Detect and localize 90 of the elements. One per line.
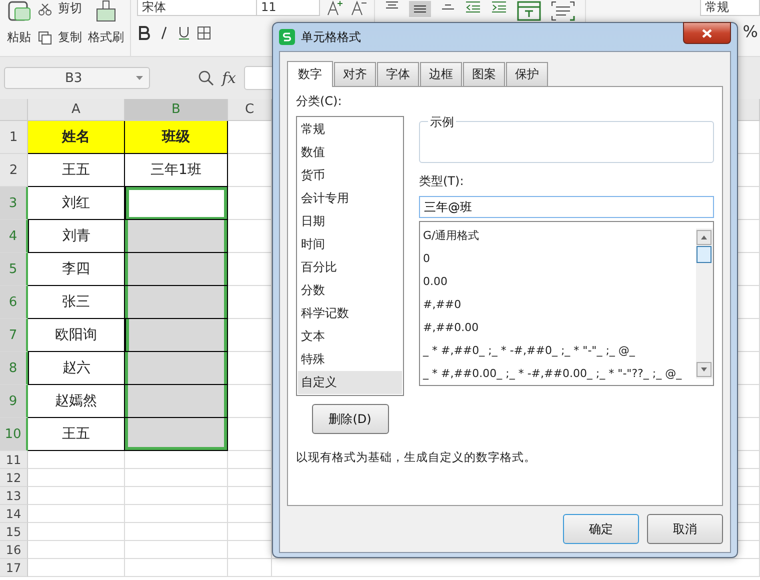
category-item[interactable]: 分数	[298, 279, 402, 302]
category-item[interactable]: 文本	[298, 325, 402, 348]
row-header[interactable]: 1	[0, 121, 28, 154]
category-item[interactable]: 百分比	[298, 256, 402, 279]
column-header[interactable]: A	[28, 99, 125, 121]
format-item[interactable]: 0.00	[423, 270, 693, 293]
tab[interactable]: 图案	[463, 62, 505, 86]
scissors-icon[interactable]	[38, 2, 52, 16]
selected-cell[interactable]	[125, 352, 228, 385]
category-item[interactable]: 会计专用	[298, 187, 402, 210]
tab[interactable]: 对齐	[334, 62, 376, 86]
copy-icon[interactable]	[38, 30, 52, 44]
cut-button[interactable]: 剪切	[58, 0, 82, 17]
category-item[interactable]: 日期	[298, 210, 402, 233]
row-header[interactable]: 16	[0, 541, 28, 559]
tab[interactable]: 字体	[377, 62, 419, 86]
category-item[interactable]: 特殊	[298, 348, 402, 371]
table-cell: 姓名	[28, 121, 125, 154]
category-label: 分类(C):	[296, 93, 343, 110]
number-format: 常规	[705, 0, 729, 16]
category-item[interactable]: 自定义	[298, 371, 402, 394]
format-item[interactable]: #,##0	[423, 293, 693, 316]
indent-icon[interactable]	[491, 1, 507, 13]
row-header[interactable]: 12	[0, 469, 28, 487]
row-header[interactable]: 17	[0, 559, 28, 577]
row-header[interactable]: 13	[0, 487, 28, 505]
dialog-title: 单元格格式	[301, 28, 362, 46]
type-field[interactable]: 三年@班	[419, 196, 714, 218]
type-label: 类型(T):	[419, 173, 465, 190]
format-item[interactable]: _ * #,##0_ ;_ * -#,##0_ ;_ * "-"_ ;_ @_	[423, 339, 693, 362]
format-painter-button[interactable]: 格式刷	[88, 29, 124, 46]
row-header[interactable]: 2	[0, 154, 28, 187]
app-logo-icon[interactable]	[279, 29, 295, 45]
wrap-text-icon[interactable]	[551, 1, 575, 21]
increase-font-icon[interactable]	[326, 0, 344, 16]
category-item[interactable]: 货币	[298, 164, 402, 187]
selected-cell[interactable]	[125, 286, 228, 319]
column-header[interactable]: C	[228, 99, 272, 121]
font-name: 宋体	[142, 0, 166, 16]
selected-cell[interactable]	[125, 319, 228, 352]
tab[interactable]: 保护	[506, 62, 548, 86]
font-size: 11	[261, 0, 276, 14]
selected-cell[interactable]	[125, 187, 228, 220]
decrease-font-icon[interactable]	[350, 0, 368, 16]
percent-button[interactable]: %	[742, 22, 760, 41]
number-format-dropdown[interactable]: 常规	[700, 0, 760, 16]
category-item[interactable]: 常规	[298, 118, 402, 141]
dropdown-caret-icon[interactable]	[136, 76, 143, 80]
clipboard-icon[interactable]	[6, 0, 32, 22]
tab[interactable]: 边框	[420, 62, 462, 86]
table-cell: 王五	[28, 154, 125, 187]
row-header[interactable]: 15	[0, 523, 28, 541]
bold-icon[interactable]	[137, 26, 151, 40]
selected-cell[interactable]	[125, 385, 228, 418]
delete-button[interactable]: 删除(D)	[312, 404, 388, 434]
merge-cells-icon[interactable]	[517, 1, 541, 21]
table-cell: 班级	[125, 121, 228, 154]
cell-reference: B3	[65, 70, 82, 86]
close-button[interactable]	[683, 22, 731, 44]
function-button[interactable]: fx	[222, 69, 236, 87]
ok-button[interactable]: 确定	[563, 514, 639, 544]
selected-cell[interactable]	[125, 253, 228, 286]
zoom-icon[interactable]	[198, 70, 214, 86]
format-item[interactable]: #,##0.00	[423, 316, 693, 339]
selected-cell[interactable]	[125, 418, 228, 451]
format-item[interactable]: G/通用格式	[423, 224, 693, 247]
row-header[interactable]: 14	[0, 505, 28, 523]
category-item[interactable]: 时间	[298, 233, 402, 256]
selected-cell[interactable]	[125, 220, 228, 253]
font-dropdown[interactable]: 宋体	[137, 0, 257, 16]
category-item[interactable]: 科学记数	[298, 302, 402, 325]
close-icon[interactable]	[702, 28, 712, 38]
outdent-icon[interactable]	[465, 1, 481, 13]
format-item[interactable]: _ * #,##0.00_ ;_ * -#,##0.00_ ;_ * "-"??_ ;_ @_	[423, 362, 693, 385]
align-middle-icon[interactable]	[409, 1, 431, 17]
borders-icon[interactable]	[197, 26, 213, 40]
row-header[interactable]: 11	[0, 451, 28, 469]
paste-button[interactable]: 粘贴	[7, 29, 31, 46]
cancel-button[interactable]: 取消	[647, 514, 723, 544]
description-text: 以现有格式为基础，生成自定义的数字格式。	[296, 450, 537, 465]
format-item[interactable]: 0	[423, 247, 693, 270]
tab[interactable]: 数字	[287, 61, 333, 87]
name-box[interactable]: B3	[4, 67, 150, 89]
font-size-dropdown[interactable]: 11	[256, 0, 320, 16]
category-item[interactable]: 数值	[298, 141, 402, 164]
sample-label: 示例	[428, 114, 456, 131]
brush-icon[interactable]	[94, 0, 118, 22]
underline-icon[interactable]	[177, 26, 191, 40]
align-top-icon[interactable]	[385, 1, 399, 11]
copy-button[interactable]: 复制	[58, 29, 82, 46]
